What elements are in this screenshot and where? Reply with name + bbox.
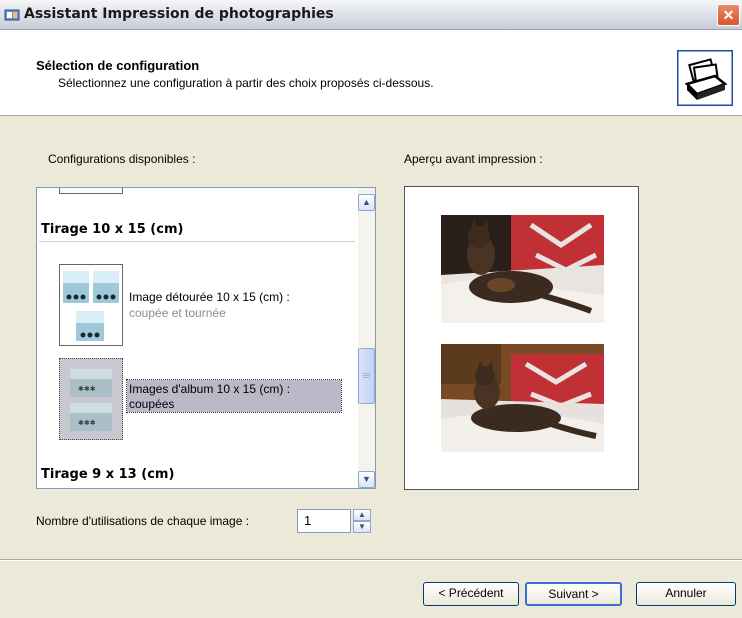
usage-count-input[interactable]: 1: [297, 509, 351, 533]
item-subtitle: coupée et tournée: [129, 306, 226, 320]
preview-photo-2: [441, 344, 604, 452]
item-subtitle: coupées: [129, 397, 175, 411]
configurations-list[interactable]: Tirage 10 x 15 (cm) Image détourée 10 x …: [36, 187, 376, 489]
back-button[interactable]: < Précédent: [423, 582, 519, 606]
title-bar: Assistant Impression de photographies ✕: [0, 0, 742, 30]
svg-text:✱✱✱: ✱✱✱: [78, 419, 96, 427]
footer-separator: [0, 559, 742, 561]
preview-photo-1: [441, 215, 604, 323]
printer-photos-icon: [676, 49, 734, 107]
list-item-album-10x15[interactable]: ✱✱✱ ✱✱✱ Images d'album 10 x 15 (cm) : co…: [37, 356, 357, 440]
usage-count-label: Nombre d'utilisations de chaque image :: [36, 514, 250, 528]
cancel-button[interactable]: Annuler: [636, 582, 736, 606]
wizard-header: Sélection de configuration Sélectionnez …: [0, 30, 742, 116]
item-thumbnail: [59, 264, 123, 346]
window-title: Assistant Impression de photographies: [24, 6, 334, 22]
scroll-down-button[interactable]: ▼: [358, 471, 375, 488]
item-title: Image détourée 10 x 15 (cm) :: [129, 290, 290, 304]
usage-count-spinner[interactable]: ▲ ▼: [353, 509, 371, 533]
chevron-up-icon: ▲: [362, 197, 371, 207]
page-title: Sélection de configuration: [36, 58, 200, 73]
spin-down-button[interactable]: ▼: [353, 521, 371, 533]
page-subtitle: Sélectionnez une configuration à partir …: [58, 76, 434, 90]
scroll-up-button[interactable]: ▲: [358, 194, 375, 211]
scroll-thumb[interactable]: [358, 348, 375, 404]
print-preview: [404, 186, 639, 490]
list-scrollbar[interactable]: ▲ ▼: [358, 188, 375, 488]
item-thumbnail: ✱✱✱ ✱✱✱: [59, 358, 123, 440]
chevron-up-icon: ▲: [358, 510, 366, 519]
list-item-cutout-10x15[interactable]: Image détourée 10 x 15 (cm) : coupée et …: [37, 264, 357, 348]
previous-item-thumbnail: [59, 188, 123, 194]
app-icon: [4, 7, 20, 23]
group-divider: [39, 241, 355, 242]
item-title: Images d'album 10 x 15 (cm) :: [129, 382, 291, 396]
group-header-9x13: Tirage 9 x 13 (cm): [41, 467, 175, 482]
chevron-down-icon: ▼: [362, 474, 371, 484]
spin-up-button[interactable]: ▲: [353, 509, 371, 521]
preview-label: Aperçu avant impression :: [404, 152, 543, 166]
svg-text:✱✱✱: ✱✱✱: [78, 385, 96, 393]
next-button[interactable]: Suivant >: [525, 582, 622, 606]
close-icon: ✕: [722, 7, 735, 23]
configurations-label: Configurations disponibles :: [48, 152, 196, 166]
group-header-10x15: Tirage 10 x 15 (cm): [41, 222, 184, 237]
close-button[interactable]: ✕: [717, 4, 740, 26]
chevron-down-icon: ▼: [358, 522, 366, 531]
